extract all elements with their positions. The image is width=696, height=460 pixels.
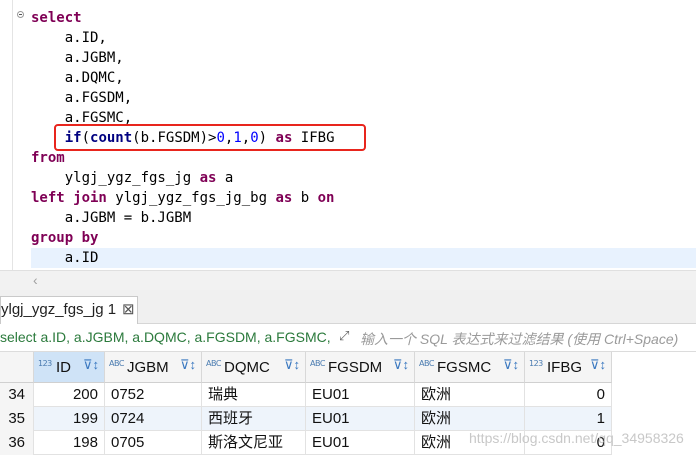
sort-filter-icon[interactable]: ⊽↕ [590,357,606,373]
cell-dqmc[interactable]: 西班牙 [202,407,306,431]
text-type-icon: ABC [419,359,434,368]
column-header-label: JGBM [127,359,169,376]
filter-input[interactable]: 输入一个 SQL 表达式来过滤结果 (使用 Ctrl+Space) [360,329,696,349]
filter-bar: select a.ID, a.JGBM, a.DQMC, a.FGSDM, a.… [0,324,696,352]
code-token: select [31,10,82,26]
sort-filter-icon[interactable]: ⊽↕ [83,357,99,373]
code-line[interactable]: from [31,148,696,168]
row-number[interactable]: 35 [0,407,34,431]
cell-id[interactable]: 200 [34,383,105,407]
cell-ifbg[interactable]: 0 [525,383,612,407]
column-header-id[interactable]: 123 ID ⊽↕ [34,352,105,383]
row-number[interactable]: 36 [0,431,34,455]
code-token: b [292,190,318,206]
cell-fgsdm[interactable]: EU01 [306,407,415,431]
tab-result-label: ylgj_ygz_fgs_jg 1 [1,301,117,318]
sort-filter-icon[interactable]: ⊽↕ [393,357,409,373]
column-header-label: FGSMC [437,359,492,376]
editor-gutter [0,0,13,270]
filter-sql-text: select a.ID, a.JGBM, a.DQMC, a.FGSDM, a.… [0,329,333,345]
cell-jgbm[interactable]: 0705 [105,431,202,455]
cell-id[interactable]: 199 [34,407,105,431]
grid-corner-header [0,352,34,383]
tab-result[interactable]: ylgj_ygz_fgs_jg 1 ⊠ [0,296,138,324]
code-token: ylgj_ygz_fgs_jg_bg [106,190,276,206]
sort-filter-icon[interactable]: ⊽↕ [180,357,196,373]
editor-horizontal-scrollbar[interactable]: ‹ [0,270,696,290]
row-number[interactable]: 34 [0,383,34,407]
code-line[interactable]: a.JGBM, [31,48,696,68]
column-header-label: FGSDM [328,359,383,376]
expand-icon[interactable]: ⤢ [339,328,355,344]
code-line[interactable]: a.ID [31,248,696,268]
cell-ifbg[interactable]: 1 [525,407,612,431]
code-token: as [199,170,217,186]
text-type-icon: ABC [109,359,124,368]
code-line[interactable]: a.DQMC, [31,68,696,88]
scroll-left-arrow-icon[interactable]: ‹ [33,272,38,288]
code-line[interactable]: a.JGBM = b.JGBM [31,208,696,228]
code-token: a [216,170,234,186]
result-tab-strip: ylgj_ygz_fgs_jg 1 ⊠ [0,290,696,324]
column-header-dqmc[interactable]: ABC DQMC ⊽↕ [202,352,306,383]
cell-jgbm[interactable]: 0724 [105,407,202,431]
column-header-fgsmc[interactable]: ABC FGSMC ⊽↕ [415,352,525,383]
code-line[interactable]: select [31,8,696,28]
cell-fgsmc[interactable]: 欧洲 [415,383,525,407]
highlight-annotation-box [54,124,366,151]
column-header-label: DQMC [224,359,270,376]
cell-id[interactable]: 198 [34,431,105,455]
cell-fgsdm[interactable]: EU01 [306,383,415,407]
code-line[interactable]: ylgj_ygz_fgs_jg as a [31,168,696,188]
code-line[interactable]: a.ID, [31,28,696,48]
code-line[interactable]: left join ylgj_ygz_fgs_jg_bg as b on [31,188,696,208]
column-header-ifbg[interactable]: 123 IFBG ⊽↕ [525,352,612,383]
text-type-icon: ABC [206,359,221,368]
sql-editor[interactable]: select a.ID, a.JGBM, a.DQMC, a.FGSDM, a.… [0,0,696,270]
code-line[interactable]: a.FGSDM, [31,88,696,108]
column-header-label: ID [56,359,71,376]
watermark: https://blog.csdn.net/qq_34958326 [469,430,684,446]
code-token: as [275,190,293,206]
code-token: group by [31,230,99,246]
cell-dqmc[interactable]: 瑞典 [202,383,306,407]
cell-dqmc[interactable]: 斯洛文尼亚 [202,431,306,455]
tab-close-icon[interactable]: ⊠ [122,297,135,323]
cell-jgbm[interactable]: 0752 [105,383,202,407]
code-token: a.FGSDM, [31,90,133,106]
code-token: left join [31,190,107,206]
column-header-jgbm[interactable]: ABC JGBM ⊽↕ [105,352,202,383]
code-token: from [31,150,65,166]
code-token: a.ID, [31,30,107,46]
cell-fgsmc[interactable]: 欧洲 [415,407,525,431]
code-token: a.JGBM, [31,50,124,66]
column-header-label: IFBG [547,359,583,376]
numeric-type-icon: 123 [529,359,543,368]
sort-filter-icon[interactable]: ⊽↕ [503,357,519,373]
cell-fgsdm[interactable]: EU01 [306,431,415,455]
table-row[interactable]: 35 199 0724 西班牙 EU01 欧洲 1 [0,407,612,431]
fold-collapse-icon[interactable] [17,11,24,18]
code-token: a.JGBM = b.JGBM [31,210,192,226]
code-line[interactable]: group by [31,228,696,248]
sort-filter-icon[interactable]: ⊽↕ [284,357,300,373]
column-header-fgsdm[interactable]: ABC FGSDM ⊽↕ [306,352,415,383]
text-type-icon: ABC [310,359,325,368]
code-token: a.ID [31,250,99,266]
code-token: a.DQMC, [31,70,124,86]
code-token: ylgj_ygz_fgs_jg [31,170,200,186]
code-token: on [317,190,335,206]
table-row[interactable]: 34 200 0752 瑞典 EU01 欧洲 0 [0,383,612,407]
numeric-type-icon: 123 [38,359,52,368]
